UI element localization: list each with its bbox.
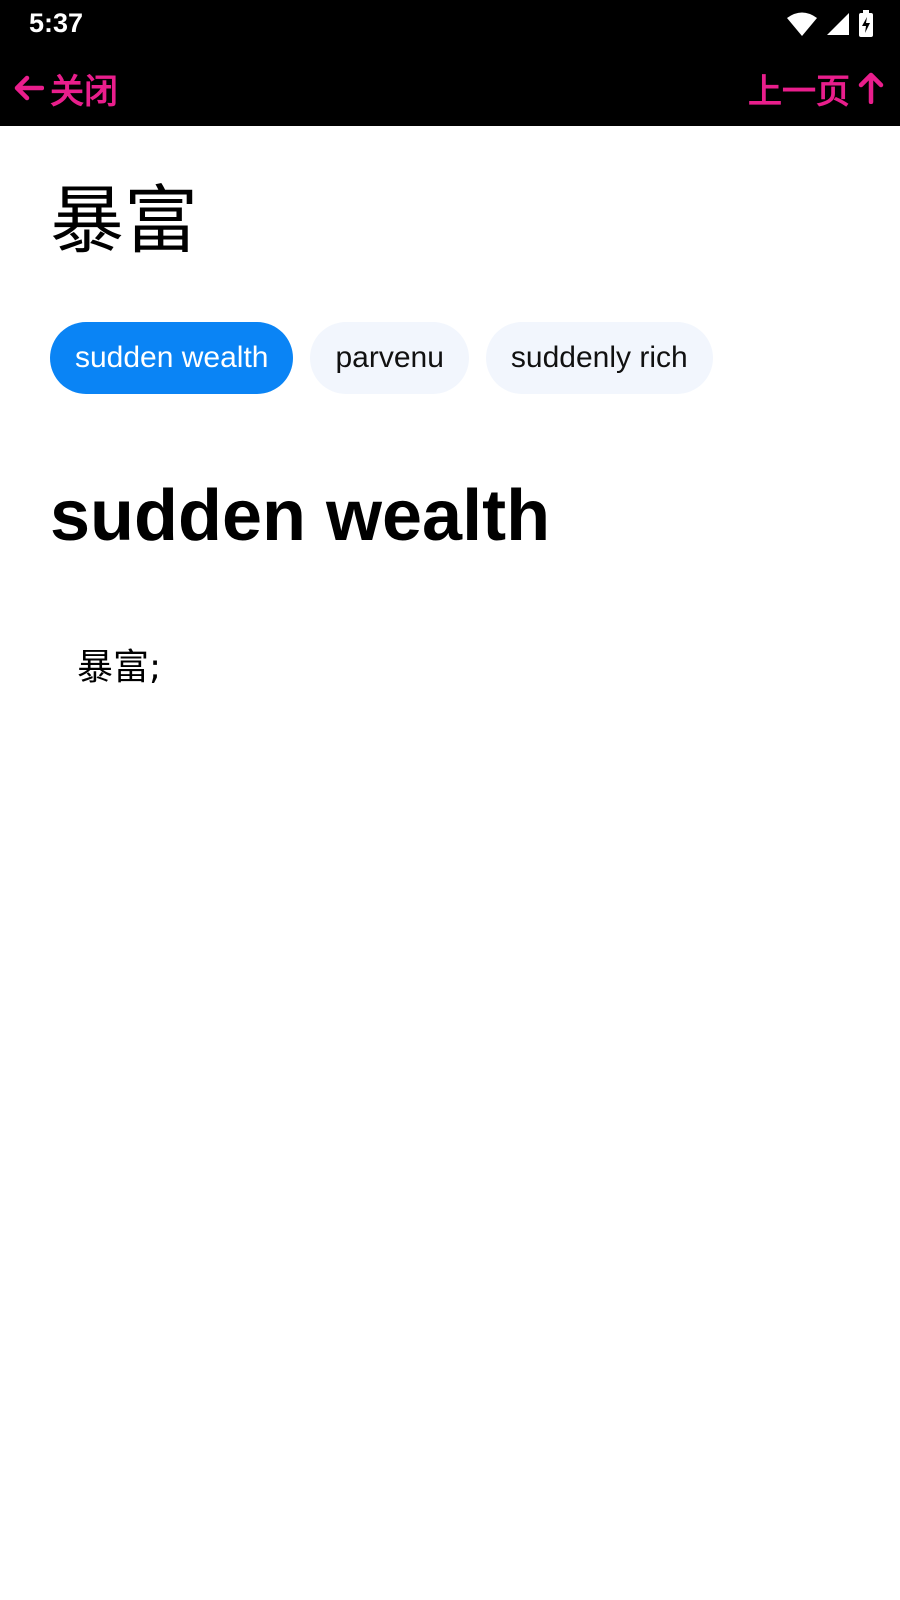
definition-text: 暴富; (77, 647, 162, 688)
wifi-icon (786, 11, 818, 37)
translation-chips: sudden wealth parvenu suddenly rich (50, 322, 713, 394)
top-app-bar: 关闭 上一页 (0, 50, 900, 126)
close-label: 关闭 (50, 71, 118, 112)
translation-chip[interactable]: parvenu (310, 322, 469, 394)
translation-chip[interactable]: sudden wealth (50, 322, 294, 394)
battery-charging-icon (858, 10, 874, 38)
arrow-left-icon (14, 75, 44, 101)
translation-chip[interactable]: suddenly rich (485, 322, 713, 394)
headword: 暴富 (50, 178, 198, 264)
status-icons (786, 10, 874, 38)
status-bar: 5:37 (0, 0, 900, 50)
status-time: 5:37 (29, 8, 84, 38)
cell-signal-icon (826, 12, 850, 36)
previous-page-label: 上一页 (748, 71, 850, 112)
sense-title: sudden wealth (50, 476, 551, 556)
previous-page-button[interactable]: 上一页 (748, 66, 884, 112)
arrow-up-icon (858, 72, 884, 104)
close-button[interactable]: 关闭 (14, 66, 118, 112)
